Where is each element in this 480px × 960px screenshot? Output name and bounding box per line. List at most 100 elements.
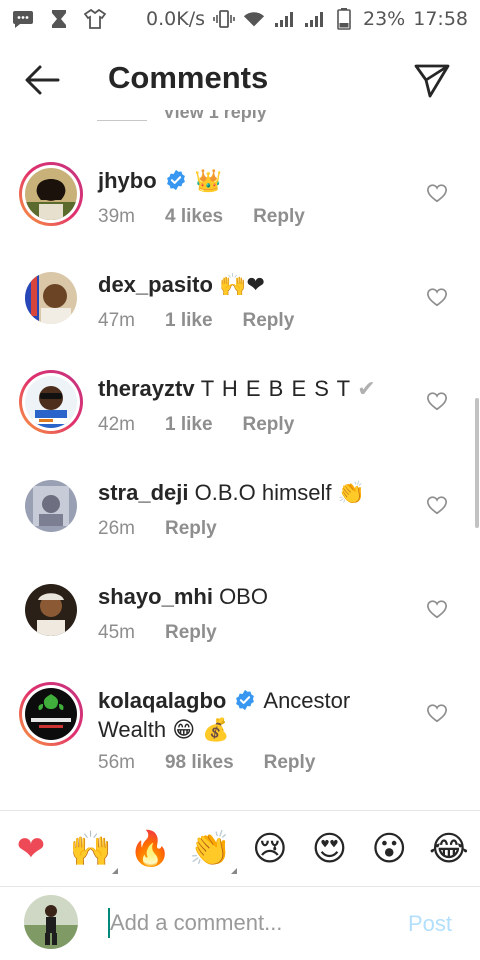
verified-badge-icon	[166, 169, 185, 191]
sad-emoji-icon: 😢	[252, 828, 288, 869]
avatar-story-ring[interactable]	[19, 162, 83, 226]
like-heart-icon[interactable]	[426, 286, 448, 308]
reply-divider	[97, 120, 147, 121]
reaction-heart-eyes[interactable]: 😍	[309, 828, 351, 870]
signal-icon	[303, 10, 325, 28]
battery-level: 23%	[363, 8, 406, 30]
surprised-emoji-icon: 😮	[371, 828, 407, 869]
reaction-heart[interactable]: ❤	[10, 828, 52, 870]
clap-emoji-icon: 👏	[188, 828, 232, 869]
status-left-icons	[12, 9, 106, 29]
reply-button[interactable]: Reply	[264, 752, 316, 774]
like-heart-icon[interactable]	[426, 182, 448, 204]
comment-emoji: 👑	[194, 169, 223, 194]
heart-eyes-emoji-icon: 😍	[311, 828, 348, 869]
avatar-story-ring[interactable]	[19, 370, 83, 434]
message-icon	[12, 10, 34, 28]
comment-emoji: 👏	[337, 481, 366, 506]
vibrate-icon	[213, 10, 235, 28]
avatar	[25, 272, 77, 324]
paper-plane-icon	[414, 64, 450, 98]
comment-username[interactable]: dex_pasito	[98, 272, 213, 297]
page-title: Comments	[108, 60, 269, 95]
avatar	[25, 480, 77, 532]
reply-button[interactable]: Reply	[243, 414, 295, 436]
avatar-ring[interactable]	[19, 266, 83, 330]
raised-hands-emoji-icon: 🙌	[69, 828, 112, 869]
comment-time: 26m	[98, 518, 135, 539]
comment-username[interactable]: shayo_mhi	[98, 584, 213, 609]
post-button[interactable]: Post	[408, 911, 452, 937]
reaction-fire[interactable]: 🔥	[129, 828, 171, 870]
status-right: 0.0K/s 23% 17:58	[146, 8, 468, 30]
laughing-emoji-icon: 😂	[429, 828, 469, 869]
reply-button[interactable]: Reply	[243, 310, 295, 332]
comment-meta: 39m 4 likes Reply	[98, 206, 305, 228]
verified-badge-icon	[236, 689, 255, 711]
comment-meta: 56m 98 likes Reply	[98, 752, 315, 774]
comment-time: 45m	[98, 622, 135, 643]
header-bar: Comments	[0, 46, 480, 114]
like-heart-icon[interactable]	[426, 598, 448, 620]
comment-likes[interactable]: 4 likes	[165, 206, 223, 228]
scrollbar-thumb[interactable]	[475, 398, 479, 528]
reaction-surprised[interactable]: 😮	[368, 828, 410, 870]
comment-likes[interactable]: 1 like	[165, 310, 213, 332]
reply-button[interactable]: Reply	[165, 518, 217, 540]
comment-text: T H E B E S T	[200, 376, 352, 401]
comment-time: 39m	[98, 206, 135, 227]
reaction-laughing[interactable]: 😂	[428, 828, 470, 870]
comment-composer: Post	[0, 886, 480, 960]
comment-text: OBO	[219, 584, 268, 609]
comment-text: O.B.O himself	[194, 480, 332, 505]
avatar	[25, 584, 77, 636]
reaction-raised-hands[interactable]: 🙌	[69, 828, 118, 874]
arrow-left-icon	[25, 65, 60, 95]
comment-emoji: ✔	[357, 377, 376, 402]
comment-username[interactable]: stra_deji	[98, 480, 189, 505]
like-heart-icon[interactable]	[426, 390, 448, 412]
view-replies-label: View 1 reply	[163, 110, 267, 122]
comment-time: 56m	[98, 752, 135, 773]
comment-input[interactable]	[110, 905, 390, 941]
heart-emoji-icon: ❤	[16, 828, 46, 869]
comment-username[interactable]: kolaqalagbo	[98, 688, 226, 713]
status-bar: 0.0K/s 23% 17:58	[0, 0, 480, 38]
clock: 17:58	[413, 8, 468, 30]
reply-button[interactable]: Reply	[253, 206, 305, 228]
fire-emoji-icon: 🔥	[129, 828, 172, 869]
comment-emoji: 🙌❤	[219, 273, 265, 298]
like-heart-icon[interactable]	[426, 494, 448, 516]
like-heart-icon[interactable]	[426, 702, 448, 724]
comment-username[interactable]: therayztv	[98, 376, 195, 401]
share-button[interactable]	[412, 60, 452, 100]
avatar-ring[interactable]	[19, 578, 83, 642]
comment-emoji: 😁 💰	[172, 718, 230, 743]
view-replies-link[interactable]: View 1 reply	[97, 110, 397, 132]
back-button[interactable]	[22, 62, 62, 98]
reaction-clap[interactable]: 👏	[188, 828, 238, 874]
wifi-icon	[243, 10, 265, 28]
comment-username[interactable]: jhybo	[98, 168, 157, 193]
comment-time: 42m	[98, 414, 135, 435]
reply-button[interactable]: Reply	[165, 622, 217, 644]
avatar-story-ring[interactable]	[19, 682, 83, 746]
avatar	[25, 168, 77, 220]
comment-likes[interactable]: 1 like	[165, 414, 213, 436]
network-speed: 0.0K/s	[146, 8, 205, 30]
comment-meta: 26m Reply	[98, 518, 217, 540]
comment-time: 47m	[98, 310, 135, 331]
avatar	[25, 376, 77, 428]
reaction-sad[interactable]: 😢	[249, 828, 291, 870]
current-user-avatar	[24, 895, 78, 949]
comment-meta: 42m 1 like Reply	[98, 414, 294, 436]
comment-meta: 45m Reply	[98, 622, 217, 644]
quick-reactions-bar: ❤ 🙌 🔥 👏 😢 😍 😮 😂	[0, 810, 480, 886]
signal-icon	[273, 10, 295, 28]
battery-icon	[333, 8, 355, 30]
comment-likes[interactable]: 98 likes	[165, 752, 234, 774]
avatar	[25, 688, 77, 740]
avatar-ring[interactable]	[19, 474, 83, 538]
shirt-icon	[84, 9, 106, 29]
comment-meta: 47m 1 like Reply	[98, 310, 294, 332]
